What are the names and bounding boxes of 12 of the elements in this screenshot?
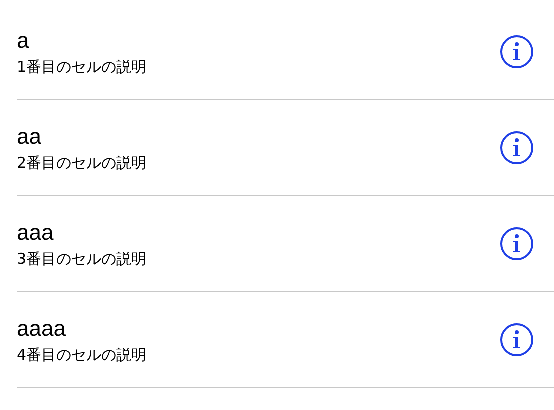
cell-subtitle: 3番目のセルの説明 [17,248,147,268]
cell-subtitle: 1番目のセルの説明 [17,56,147,76]
info-icon[interactable] [500,130,534,164]
cell-subtitle: 4番目のセルの説明 [17,344,147,364]
cell-title: aaaa [17,316,67,340]
cell-title: aaa [17,220,55,244]
info-icon[interactable] [500,34,534,68]
info-icon[interactable] [500,226,534,260]
info-icon[interactable] [500,322,534,356]
cell-title: aa [17,124,42,148]
cell-subtitle: 2番目のセルの説明 [17,152,147,172]
cell-title: a [17,28,30,52]
